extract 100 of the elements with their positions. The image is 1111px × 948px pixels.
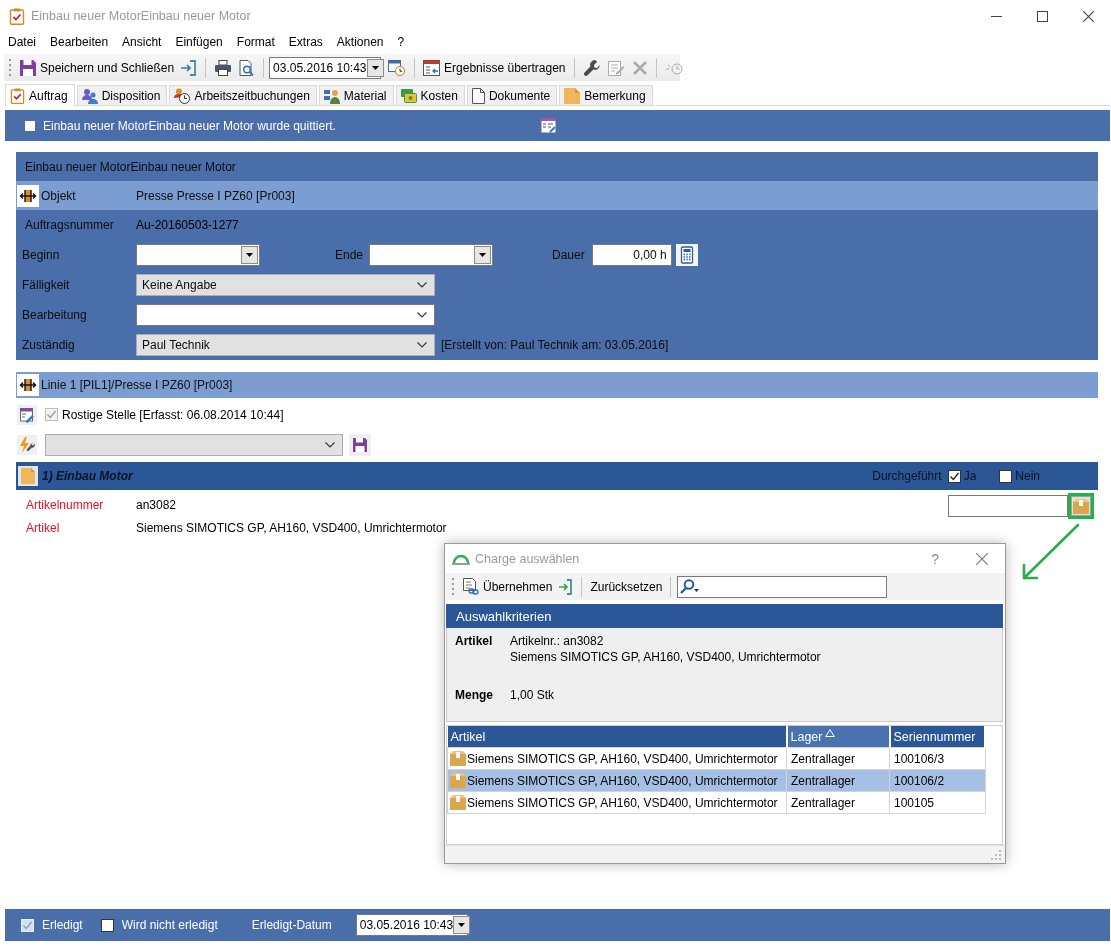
menu-item[interactable]: ? [390, 34, 412, 50]
machine-icon [17, 374, 39, 396]
field-value: 1,00 Stk [510, 687, 555, 703]
reset-button[interactable]: Zurücksetzen [587, 577, 666, 596]
menu-item[interactable]: Aktionen [329, 34, 391, 50]
checkbox[interactable] [100, 918, 114, 932]
date-field[interactable] [369, 244, 494, 266]
tab[interactable]: Dokumente [466, 85, 558, 105]
dropdown-button[interactable] [366, 58, 384, 77]
status-label: Durchgeführt [872, 469, 942, 483]
date-field[interactable]: 03.05.2016 10:43 [355, 914, 468, 936]
table-cell: 100106/3 [894, 751, 945, 766]
exit-icon[interactable] [181, 59, 197, 76]
chevron-icon [417, 312, 427, 318]
dropdown-button[interactable] [241, 246, 258, 264]
column-header[interactable]: Seriennummer [889, 726, 985, 748]
field-label: Beginn [22, 248, 61, 262]
box-icon [450, 751, 466, 766]
table-cell: 100106/2 [894, 773, 945, 788]
machine-icon [17, 184, 39, 207]
tab[interactable]: Kosten [395, 85, 465, 105]
date-field[interactable]: 03.05.2016 10:43 [269, 56, 382, 79]
checkbox-label: Erledigt [42, 918, 83, 932]
chevron-icon [417, 342, 427, 348]
chevron-icon [325, 442, 335, 448]
checkbox-label: Ja [963, 469, 977, 483]
tab[interactable]: Auftrag [5, 84, 75, 106]
table-cell: Zentrallager [791, 751, 856, 766]
page-magnifier-icon[interactable] [239, 59, 255, 76]
caret-icon [371, 65, 379, 70]
box-icon [450, 773, 466, 788]
field-label: Artikelnummer [25, 497, 105, 512]
printer-icon[interactable] [215, 59, 232, 76]
calendar-clock-icon[interactable] [388, 59, 406, 76]
close-icon[interactable] [1082, 10, 1094, 22]
field-value: Artikelnr.: an3082 [510, 633, 605, 649]
dropdown-button[interactable] [474, 246, 492, 264]
dropdown[interactable]: Paul Technik [136, 334, 435, 356]
box-icon [1073, 498, 1089, 514]
checkbox[interactable] [25, 120, 35, 131]
menu-item[interactable]: Datei [1, 34, 43, 50]
tab[interactable]: Bemerkung [559, 85, 653, 105]
field-label: Dauer [552, 248, 585, 262]
tab[interactable]: Material [318, 85, 394, 105]
people-icon [81, 87, 98, 104]
menu-item[interactable]: Bearbeiten [43, 34, 116, 50]
maximize-icon[interactable] [1036, 10, 1048, 22]
menu-item[interactable]: Format [229, 34, 282, 50]
column-header[interactable]: Lager [786, 726, 890, 748]
menu-item[interactable]: Extras [281, 34, 330, 50]
duration-field[interactable]: 0,00 h [591, 244, 672, 266]
menu-item[interactable]: Einfügen [168, 34, 230, 50]
field-label: Auftragsnummer [25, 218, 115, 232]
field-value: an3082 [136, 497, 177, 512]
lightning-wrench-icon[interactable] [17, 435, 37, 455]
table-cell: 100105 [894, 795, 935, 810]
transfer-button[interactable]: Ergebnisse übertragen [420, 57, 569, 78]
caret-icon [479, 253, 487, 257]
field-value: Siemens SIMOTICS GP, AH160, VSD400, Umrichtermotor [510, 649, 821, 665]
apply-button[interactable]: Übernehmen [460, 576, 556, 597]
caret-icon [246, 253, 253, 257]
wrench-icon[interactable] [583, 59, 600, 76]
field-label: Menge [455, 687, 494, 703]
close-icon[interactable] [976, 552, 988, 565]
field-value: Presse Presse I PZ60 [Pr003] [136, 188, 295, 203]
tab[interactable]: Arbeitszeitbuchungen [169, 85, 317, 105]
resize-grip-icon[interactable] [991, 849, 1001, 860]
window-title: Einbau neuer MotorEinbau neuer Motor [31, 9, 251, 23]
input-field[interactable] [948, 495, 1068, 517]
form-pencil-icon[interactable] [17, 404, 37, 425]
annotation-arrow [1021, 523, 1080, 580]
field-label: Artikel [25, 520, 61, 535]
table-cell: Zentrallager [791, 773, 856, 788]
help-button[interactable]: ? [931, 550, 939, 567]
parts-icon [323, 87, 340, 104]
dropdown[interactable] [136, 304, 435, 326]
search-icon [680, 579, 701, 594]
exit-icon[interactable] [559, 578, 573, 595]
minimize-icon[interactable] [990, 15, 1002, 17]
field-label: Erledigt-Datum [251, 918, 332, 932]
checkbox[interactable] [999, 469, 1013, 483]
table-cell: Siemens SIMOTICS GP, AH160, VSD400, Umrichtermotor [467, 773, 778, 788]
form-icon[interactable] [540, 118, 556, 133]
box-icon [450, 795, 466, 810]
chevron-icon [417, 282, 427, 288]
task-title: 1) Einbau Motor [42, 469, 133, 483]
checkbox[interactable] [947, 469, 961, 483]
date-field[interactable] [136, 244, 260, 266]
dropdown-button[interactable] [453, 916, 471, 934]
clipboard-check-icon [10, 87, 25, 104]
table-cell: Zentrallager [791, 795, 856, 810]
save-close-button[interactable]: Speichern und Schließen [17, 57, 178, 78]
search-field[interactable] [677, 575, 888, 598]
dropdown[interactable]: Keine Angabe [136, 274, 435, 296]
checkbox-label: Wird nicht erledigt [121, 918, 218, 932]
column-header[interactable]: Artikel [447, 726, 787, 748]
menu-item[interactable]: Ansicht [115, 34, 169, 50]
note-icon [564, 87, 581, 104]
tab[interactable]: Disposition [76, 85, 168, 105]
calculator-icon[interactable] [675, 244, 698, 266]
